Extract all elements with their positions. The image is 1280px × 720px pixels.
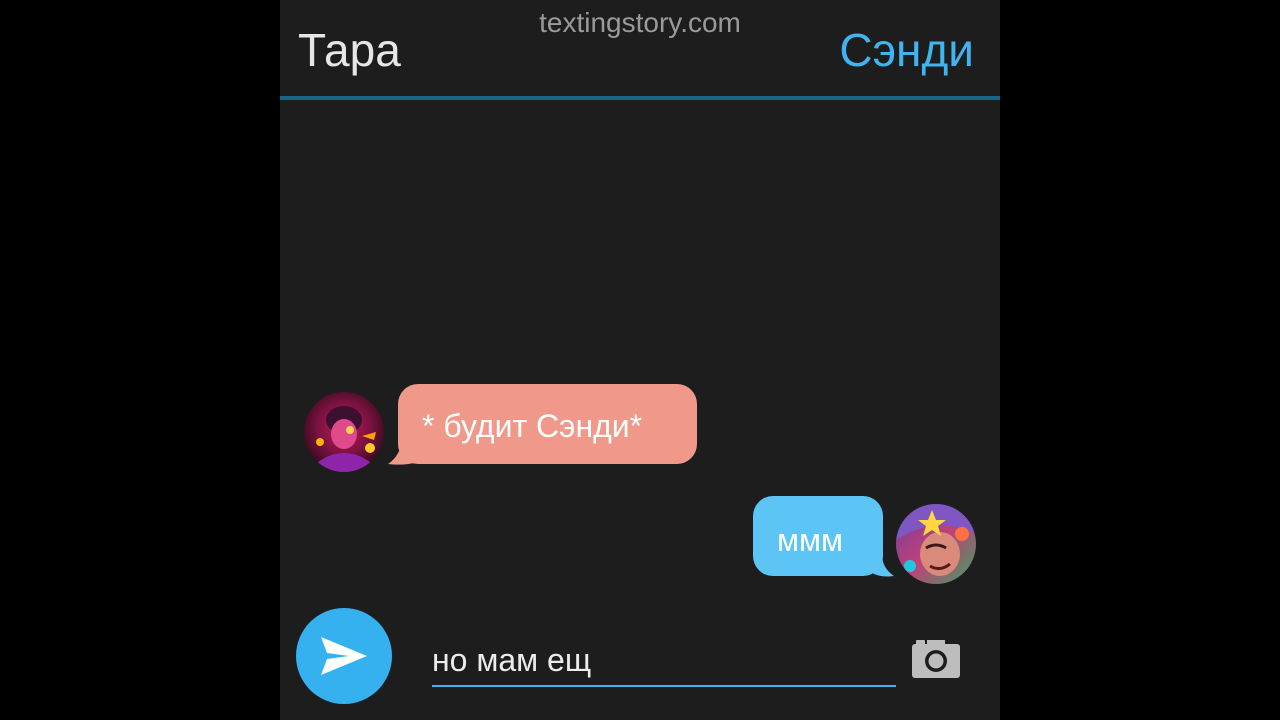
message-bubble-incoming: * будит Сэнди* xyxy=(398,384,697,464)
send-icon xyxy=(321,637,367,675)
chat-header: Тара textingstory.com Сэнди xyxy=(280,0,1000,96)
avatar-tara xyxy=(304,392,384,472)
send-button[interactable] xyxy=(296,608,392,704)
camera-icon[interactable] xyxy=(912,638,960,678)
bubble-tail-right xyxy=(870,554,894,577)
input-underline xyxy=(432,685,896,687)
contact-name-right: Сэнди xyxy=(839,24,974,76)
chat-screen: Тара textingstory.com Сэнди * будит Сэнд… xyxy=(280,0,1000,720)
message-input-value[interactable]: но мам ещ xyxy=(432,641,591,679)
message-input[interactable]: но мам ещ xyxy=(432,632,896,687)
avatar-sandy xyxy=(896,504,976,584)
header-divider xyxy=(280,96,1000,100)
message-bubble-outgoing: ммм xyxy=(753,496,883,576)
